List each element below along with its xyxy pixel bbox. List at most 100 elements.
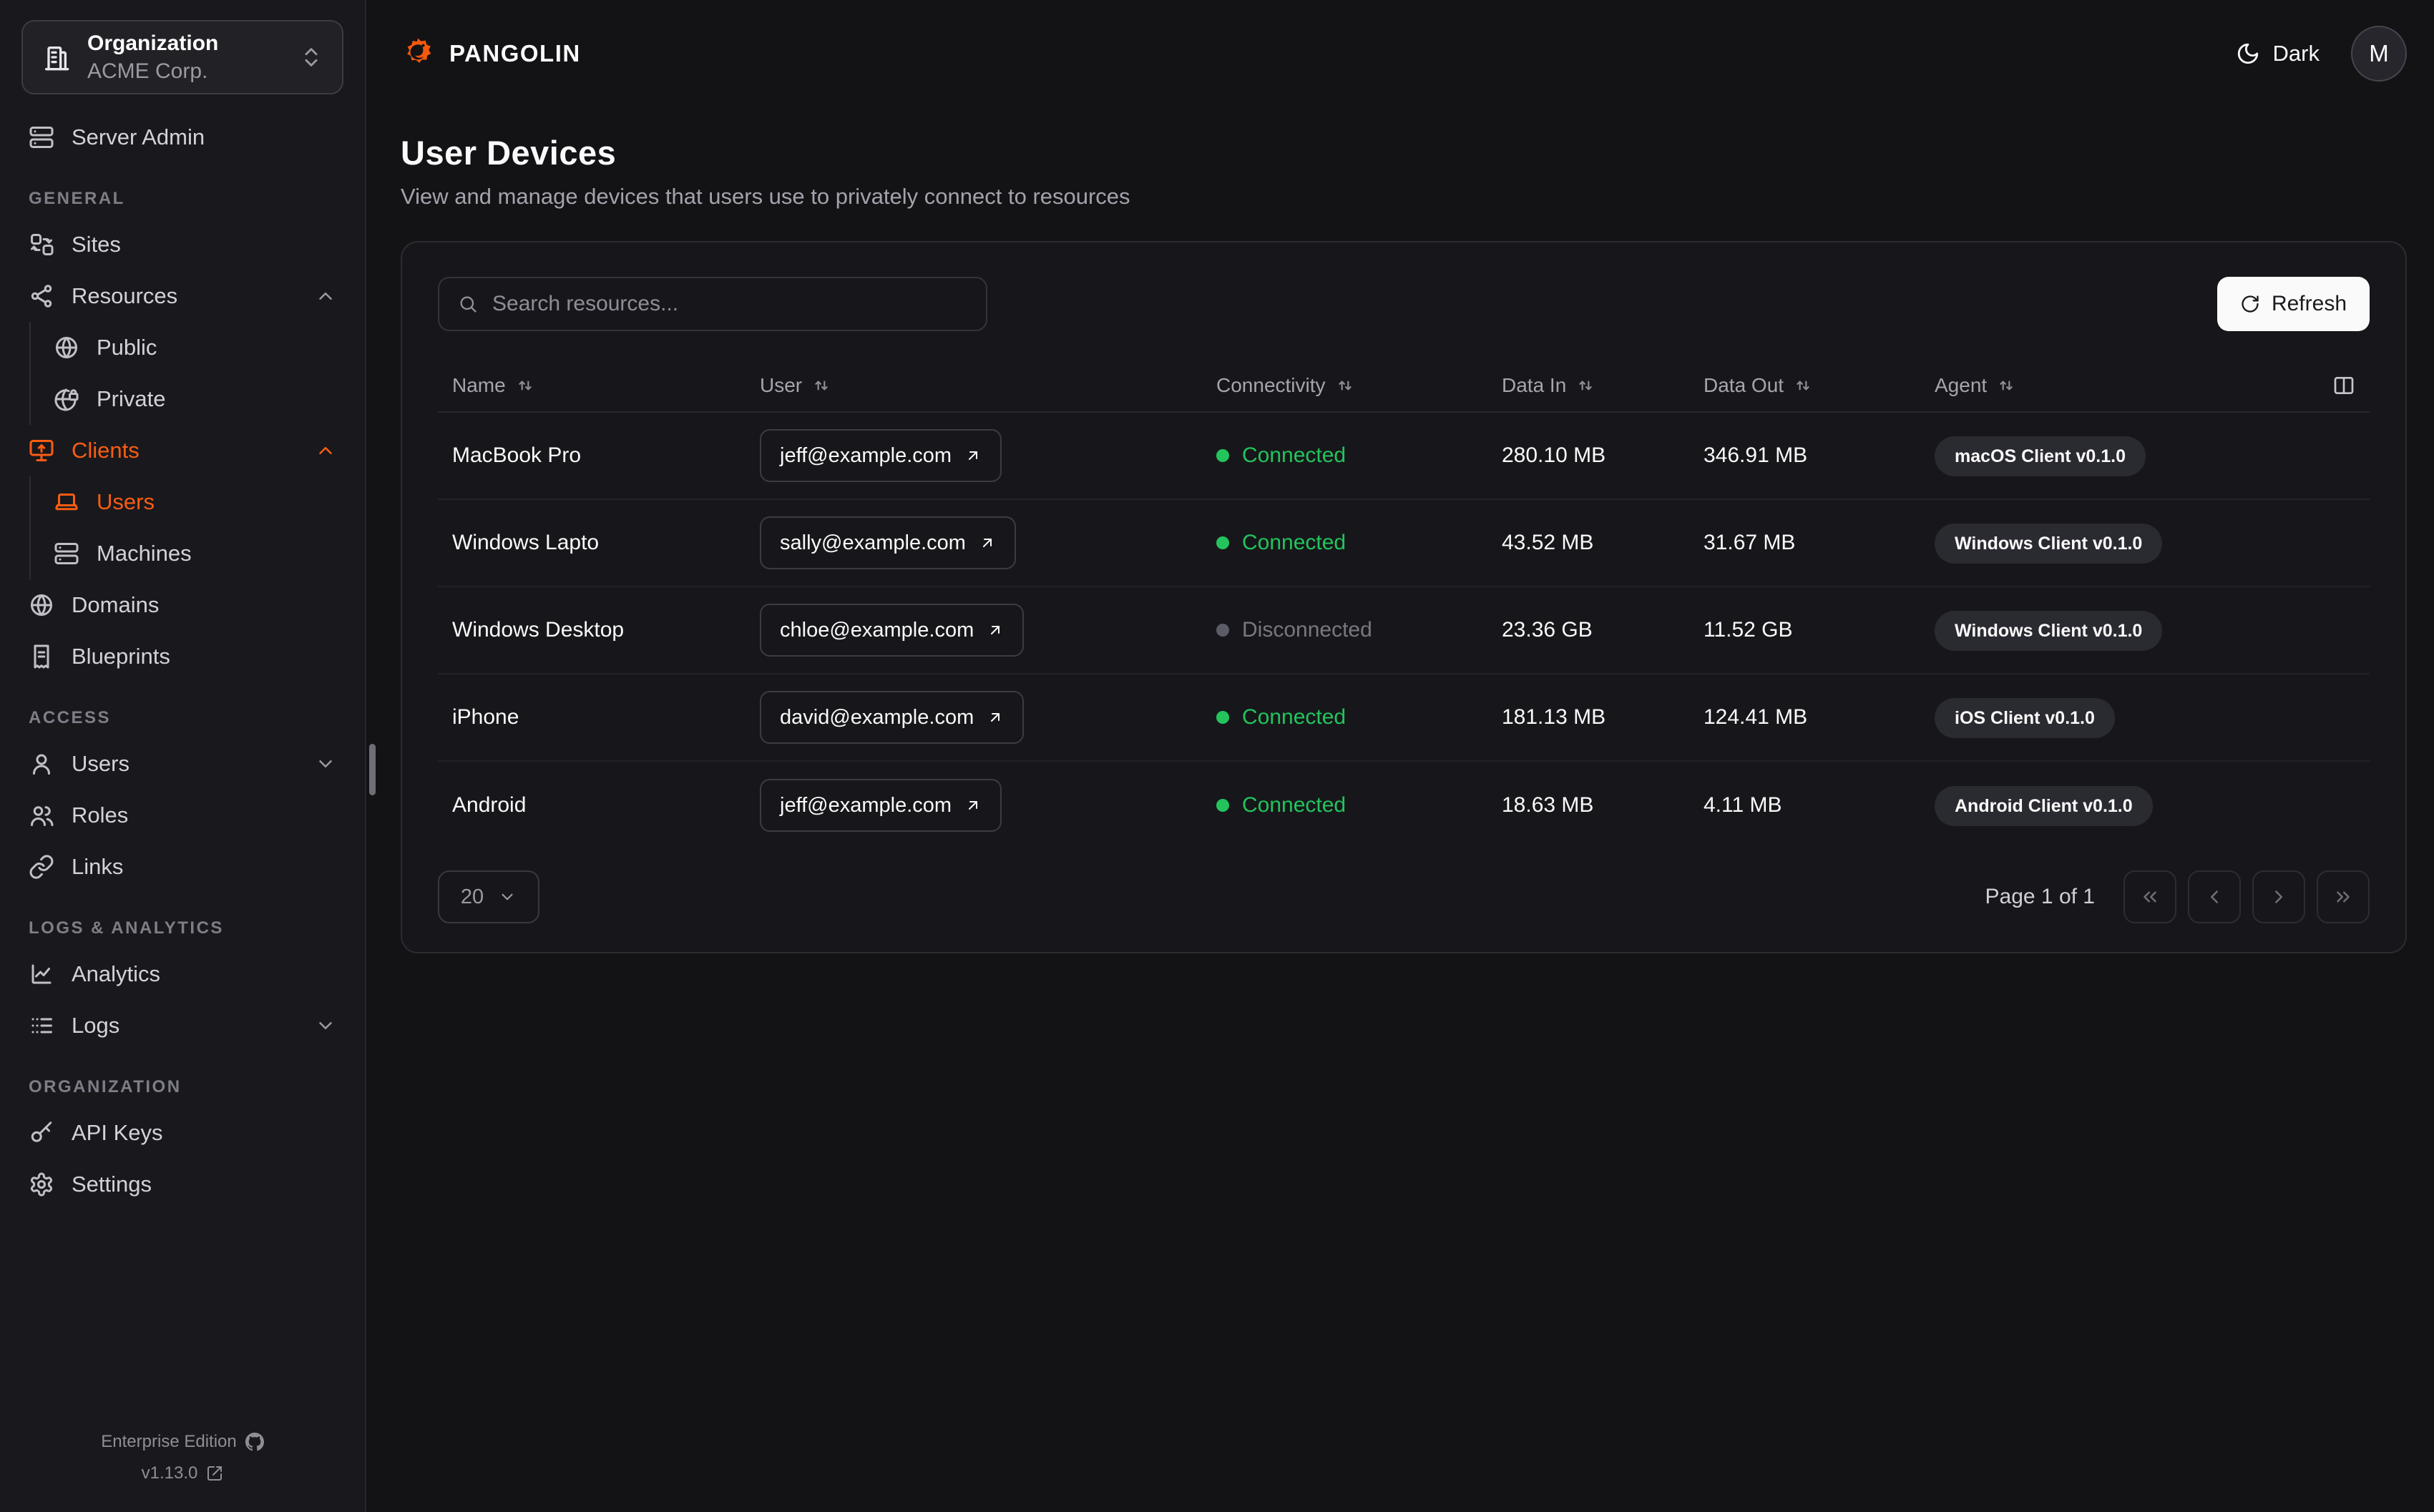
- sidebar-scrollbar-thumb[interactable]: [369, 744, 376, 795]
- sidebar-item-label: Clients: [72, 438, 140, 463]
- column-header-agent[interactable]: Agent: [1935, 374, 2310, 397]
- connectivity-status: Disconnected: [1216, 618, 1502, 642]
- column-header-user[interactable]: User: [760, 374, 1216, 397]
- sidebar-item-settings[interactable]: Settings: [21, 1159, 343, 1210]
- monitor-up-icon: [29, 438, 54, 463]
- chevron-down-icon: [498, 888, 517, 906]
- connectivity-status: Connected: [1216, 531, 1502, 555]
- data-in: 280.10 MB: [1502, 443, 1606, 467]
- sidebar-item-sites[interactable]: Sites: [21, 219, 343, 270]
- sidebar-item-users[interactable]: Users: [21, 738, 343, 790]
- sort-icon: [1576, 376, 1595, 395]
- sidebar-item-label: Settings: [72, 1172, 152, 1197]
- external-link-icon[interactable]: [206, 1465, 223, 1482]
- theme-label: Dark: [2272, 41, 2320, 66]
- sidebar: Organization ACME Corp. Server Admin GEN…: [0, 0, 366, 1512]
- key-icon: [29, 1120, 54, 1146]
- column-header-name[interactable]: Name: [452, 374, 760, 397]
- agent-badge: Android Client v0.1.0: [1935, 786, 2153, 826]
- column-header-connectivity[interactable]: Connectivity: [1216, 374, 1502, 397]
- receipt-icon: [29, 644, 54, 669]
- column-header-data-in[interactable]: Data In: [1502, 374, 1704, 397]
- search-input[interactable]: [492, 292, 967, 316]
- sidebar-item-roles[interactable]: Roles: [21, 790, 343, 841]
- sidebar-item-label: API Keys: [72, 1120, 163, 1145]
- last-page-button[interactable]: [2317, 870, 2370, 923]
- edition-label: Enterprise Edition: [101, 1432, 237, 1451]
- user-link-button[interactable]: jeff@example.com: [760, 429, 1002, 482]
- brand-name: PANGOLIN: [449, 40, 581, 67]
- page-size-select[interactable]: 20: [438, 870, 539, 923]
- brand[interactable]: PANGOLIN: [401, 36, 581, 71]
- sidebar-item-api-keys[interactable]: API Keys: [21, 1107, 343, 1159]
- sidebar-item-label: Resources: [72, 283, 178, 308]
- link-icon: [29, 854, 54, 880]
- chevron-down-icon: [315, 1015, 336, 1036]
- sidebar-item-analytics[interactable]: Analytics: [21, 948, 343, 1000]
- agent-badge: Windows Client v0.1.0: [1935, 524, 2163, 564]
- server-icon: [29, 124, 54, 150]
- chart-icon: [29, 961, 54, 987]
- section-label-general: GENERAL: [29, 189, 125, 208]
- column-header-data-out[interactable]: Data Out: [1704, 374, 1935, 397]
- globe-lock-icon: [54, 386, 79, 412]
- sidebar-item-label: Logs: [72, 1013, 120, 1038]
- user-link-button[interactable]: david@example.com: [760, 691, 1025, 744]
- sites-icon: [29, 232, 54, 257]
- sidebar-footer: Enterprise Edition v1.13.0: [0, 1432, 365, 1483]
- status-dot: [1216, 799, 1229, 812]
- server-icon: [54, 541, 79, 566]
- sidebar-item-blueprints[interactable]: Blueprints: [21, 631, 343, 682]
- agent-badge: macOS Client v0.1.0: [1935, 436, 2146, 476]
- previous-page-button[interactable]: [2188, 870, 2241, 923]
- version-label: v1.13.0: [141, 1463, 198, 1483]
- org-selector-label: Organization: [87, 31, 219, 55]
- page-title: User Devices: [401, 134, 617, 172]
- chevron-up-icon: [315, 440, 336, 461]
- table-row: MacBook Pro jeff@example.com Connected 2…: [438, 413, 2370, 500]
- building-icon: [41, 43, 70, 72]
- chevron-down-icon: [315, 753, 336, 775]
- device-name: iPhone: [452, 705, 519, 729]
- data-in: 23.36 GB: [1502, 618, 1593, 642]
- user-link-button[interactable]: jeff@example.com: [760, 779, 1002, 832]
- refresh-button[interactable]: Refresh: [2216, 277, 2370, 331]
- devices-card: Refresh Name User Connectivity Data In: [401, 241, 2407, 953]
- chevrons-up-down-icon: [299, 45, 323, 69]
- connectivity-status: Connected: [1216, 705, 1502, 730]
- theme-toggle[interactable]: Dark: [2236, 41, 2320, 67]
- search-icon: [458, 294, 478, 314]
- sidebar-item-resources[interactable]: Resources: [21, 270, 343, 322]
- sidebar-nav: Server Admin GENERAL Sites Resources Pub…: [0, 112, 365, 1432]
- user-link-button[interactable]: chloe@example.com: [760, 604, 1025, 657]
- sidebar-item-users-devices[interactable]: Users: [31, 476, 343, 528]
- agent-badge: Windows Client v0.1.0: [1935, 611, 2163, 651]
- next-page-button[interactable]: [2252, 870, 2305, 923]
- columns-icon[interactable]: [2332, 374, 2355, 397]
- avatar[interactable]: M: [2351, 26, 2407, 82]
- data-in: 43.52 MB: [1502, 531, 1594, 554]
- device-name: Android: [452, 793, 527, 817]
- github-icon[interactable]: [245, 1433, 264, 1451]
- page-indicator: Page 1 of 1: [1985, 885, 2095, 908]
- sidebar-item-private[interactable]: Private: [31, 373, 343, 425]
- user-link-button[interactable]: sally@example.com: [760, 516, 1016, 569]
- arrow-up-right-icon: [987, 709, 1004, 726]
- sidebar-item-label: Machines: [97, 541, 192, 566]
- sidebar-item-machines[interactable]: Machines: [31, 528, 343, 579]
- status-dot: [1216, 711, 1229, 724]
- org-selector[interactable]: Organization ACME Corp.: [21, 20, 343, 94]
- first-page-button[interactable]: [2123, 870, 2176, 923]
- device-name: MacBook Pro: [452, 443, 582, 467]
- sidebar-item-clients[interactable]: Clients: [21, 425, 343, 476]
- sidebar-item-public[interactable]: Public: [31, 322, 343, 373]
- sidebar-item-server-admin[interactable]: Server Admin: [21, 112, 343, 163]
- logs-icon: [29, 1013, 54, 1039]
- data-in: 181.13 MB: [1502, 705, 1606, 729]
- clients-children: Users Machines: [29, 476, 343, 579]
- sidebar-item-links[interactable]: Links: [21, 841, 343, 893]
- sidebar-item-domains[interactable]: Domains: [21, 579, 343, 631]
- topbar-right: Dark M: [2236, 26, 2407, 82]
- globe-icon: [54, 335, 79, 360]
- sidebar-item-logs[interactable]: Logs: [21, 1000, 343, 1051]
